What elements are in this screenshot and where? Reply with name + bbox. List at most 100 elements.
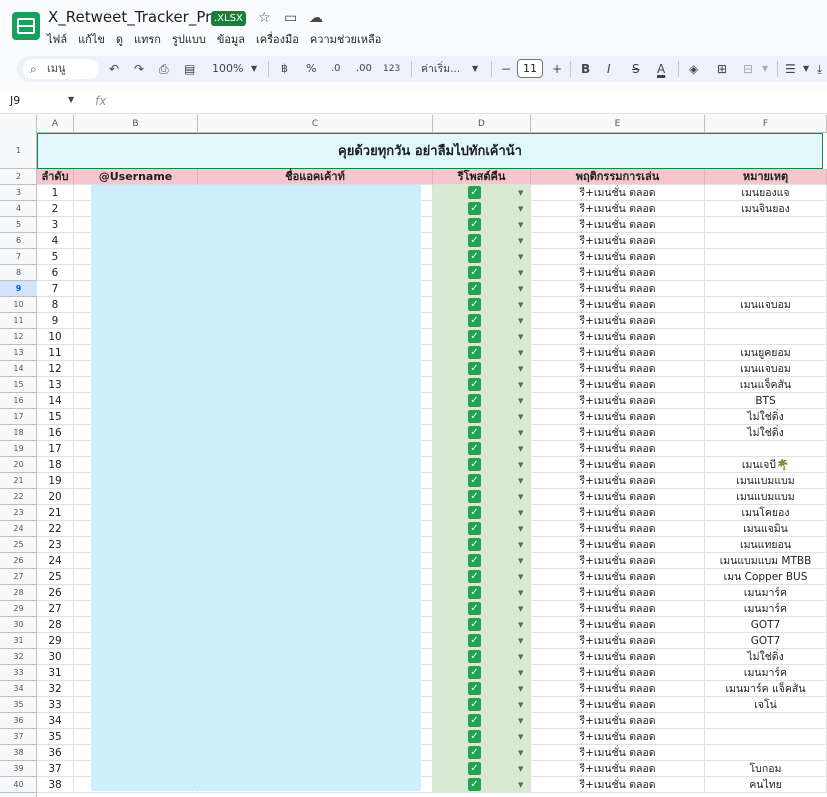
dropdown-chip-icon[interactable]: ▼ [518,729,523,744]
zoom-select[interactable]: 100% [212,60,243,78]
cell-retweet[interactable]: ✓ ▼ [433,569,531,585]
sheet-grid[interactable]: A B C D E F 1 2 3 4 5 6 7 8 9 10 11 12 13 14 15 16 17 18 1… [0,115,827,797]
cell-behavior[interactable]: รี+เมนชั่น ตลอด [531,761,705,777]
checkbox-checked-icon[interactable]: ✓ [468,410,481,423]
menu-tools[interactable]: เครื่องมือ [256,33,299,46]
header-no[interactable]: ลำดับ [37,169,74,185]
sheets-logo-icon[interactable] [12,12,40,40]
undo-icon[interactable]: ↶ [109,60,119,78]
cell-behavior[interactable]: รี+เมนชั่น ตลอด [531,281,705,297]
cell-note[interactable]: เมนยูคยอม [705,345,827,361]
row-header[interactable]: 8 [0,265,37,281]
dropdown-chip-icon[interactable]: ▼ [518,249,523,264]
cell-no[interactable]: 15 [37,409,74,425]
cell-behavior[interactable]: รี+เมนชั่น ตลอด [531,297,705,313]
number-format-button[interactable]: 123 [383,60,400,78]
row-header[interactable]: 9 [0,281,37,297]
cell-no[interactable]: 10 [37,329,74,345]
header-account[interactable]: ชื่อแอคเค้าท์ [198,169,433,185]
cell-retweet[interactable]: ✓ ▼ [433,457,531,473]
cell-no[interactable]: 24 [37,553,74,569]
name-box-dropdown-icon[interactable]: ▼ [68,95,74,104]
checkbox-checked-icon[interactable]: ✓ [468,426,481,439]
cell-retweet[interactable]: ✓ ▼ [433,361,531,377]
row-header[interactable]: 21 [0,473,37,489]
cell-no[interactable]: 17 [37,441,74,457]
menu-file[interactable]: ไฟล์ [47,33,67,46]
cell-retweet[interactable]: ✓ ▼ [433,489,531,505]
cell-retweet[interactable]: ✓ ▼ [433,777,531,793]
row-header[interactable]: 39 [0,761,37,777]
menu-insert[interactable]: แทรก [134,33,161,46]
cloud-status-icon[interactable]: ☁ [309,10,323,26]
row-header[interactable]: 12 [0,329,37,345]
checkbox-checked-icon[interactable]: ✓ [468,442,481,455]
dropdown-chip-icon[interactable]: ▼ [518,377,523,392]
checkbox-checked-icon[interactable]: ✓ [468,282,481,295]
row-header[interactable]: 25 [0,537,37,553]
cell-behavior[interactable]: รี+เมนชั่น ตลอด [531,377,705,393]
dropdown-chip-icon[interactable]: ▼ [518,665,523,680]
checkbox-checked-icon[interactable]: ✓ [468,730,481,743]
move-folder-icon[interactable]: ▭ [284,10,297,26]
checkbox-checked-icon[interactable]: ✓ [468,394,481,407]
dropdown-chip-icon[interactable]: ▼ [518,713,523,728]
bold-button[interactable]: B [581,60,590,78]
cell-note[interactable]: เมนยองแจ [705,185,827,201]
cell-behavior[interactable]: รี+เมนชั่น ตลอด [531,569,705,585]
dropdown-chip-icon[interactable]: ▼ [518,633,523,648]
cell-note[interactable] [705,329,827,345]
cell-behavior[interactable]: รี+เมนชั่น ตลอด [531,729,705,745]
cell-behavior[interactable]: รี+เมนชั่น ตลอด [531,665,705,681]
cell-no[interactable]: 31 [37,665,74,681]
row-header[interactable]: 13 [0,345,37,361]
row-header[interactable]: 26 [0,553,37,569]
row-header[interactable]: 16 [0,393,37,409]
cell-behavior[interactable]: รี+เมนชั่น ตลอด [531,681,705,697]
cell-note[interactable]: ไม่ใช่ติ่ง [705,425,827,441]
cell-behavior[interactable]: รี+เมนชั่น ตลอด [531,313,705,329]
decrease-decimal-button[interactable]: .0 [331,60,341,78]
cell-retweet[interactable]: ✓ ▼ [433,185,531,201]
horizontal-align-icon[interactable]: ☰ [785,60,796,78]
cell-retweet[interactable]: ✓ ▼ [433,633,531,649]
checkbox-checked-icon[interactable]: ✓ [468,522,481,535]
row-header[interactable]: 15 [0,377,37,393]
cell-no[interactable]: 23 [37,537,74,553]
cell-no[interactable]: 38 [37,777,74,793]
dropdown-chip-icon[interactable]: ▼ [518,297,523,312]
cell-no[interactable]: 29 [37,633,74,649]
dropdown-chip-icon[interactable]: ▼ [518,761,523,776]
dropdown-chip-icon[interactable]: ▼ [518,489,523,504]
cell-behavior[interactable]: รี+เมนชั่น ตลอด [531,345,705,361]
row-header[interactable]: 19 [0,441,37,457]
checkbox-checked-icon[interactable]: ✓ [468,586,481,599]
cell-area[interactable]: คุยด้วยทุกวัน อย่าลืมไปทักเค้าน้า ลำดับ … [37,133,827,797]
merge-dropdown-icon[interactable]: ▼ [762,60,768,78]
row-header[interactable]: 4 [0,201,37,217]
cell-no[interactable]: 5 [37,249,74,265]
cell-behavior[interactable]: รี+เมนชั่น ตลอด [531,233,705,249]
cell-behavior[interactable]: รี+เมนชั่น ตลอด [531,185,705,201]
header-username[interactable]: @Username [74,169,198,185]
vertical-align-icon[interactable]: ⤓ [817,60,822,78]
row-header[interactable]: 29 [0,601,37,617]
fill-color-icon[interactable]: ◈ [689,60,698,78]
cell-retweet[interactable]: ✓ ▼ [433,297,531,313]
cell-retweet[interactable]: ✓ ▼ [433,745,531,761]
cell-behavior[interactable]: รี+เมนชั่น ตลอด [531,489,705,505]
cell-note[interactable]: เมนมาร์ค [705,585,827,601]
cell-note[interactable] [705,441,827,457]
cell-no[interactable]: 22 [37,521,74,537]
cell-note[interactable]: เมนเจบี🌴 [705,457,827,473]
header-retweet[interactable]: รีโพสต์คืน [433,169,531,185]
cell-note[interactable]: เมนมาร์ค แจ็คสัน [705,681,827,697]
cell-behavior[interactable]: รี+เมนชั่น ตลอด [531,537,705,553]
checkbox-checked-icon[interactable]: ✓ [468,202,481,215]
cell-behavior[interactable]: รี+เมนชั่น ตลอด [531,633,705,649]
cell-retweet[interactable]: ✓ ▼ [433,393,531,409]
cell-no[interactable]: 14 [37,393,74,409]
cell-behavior[interactable]: รี+เมนชั่น ตลอด [531,457,705,473]
checkbox-checked-icon[interactable]: ✓ [468,378,481,391]
cell-note[interactable]: เมนโคยอง [705,505,827,521]
